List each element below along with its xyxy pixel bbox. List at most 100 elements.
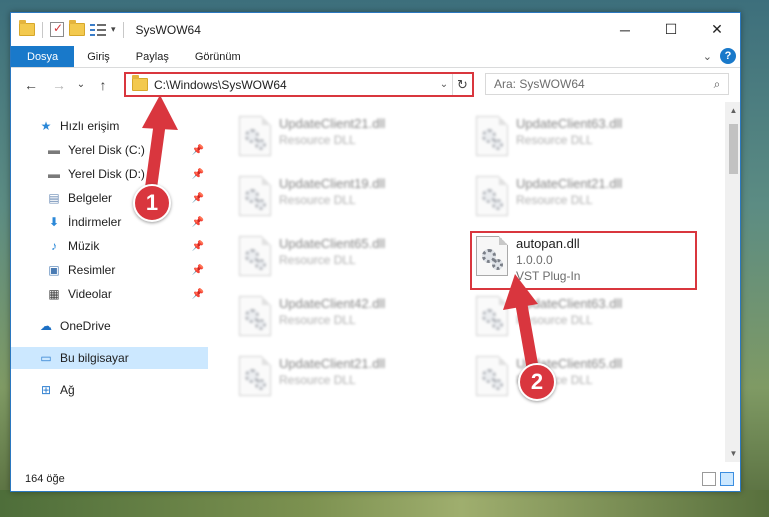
tab-share[interactable]: Paylaş (123, 46, 182, 67)
star-icon: ★ (40, 119, 52, 133)
tab-file[interactable]: Dosya (11, 46, 75, 67)
file-name: UpdateClient21.dll (279, 116, 386, 131)
pin-icon[interactable]: 📌 (192, 145, 204, 156)
address-row: ← → ⌄ ↑ C:\Windows\SysWOW64 ⌄ ↻ ⌕ (11, 68, 740, 101)
file-item[interactable]: UpdateClient65.dll Resource DLL (472, 352, 702, 402)
dll-file-icon (239, 356, 271, 396)
vertical-scrollbar[interactable]: ▲ ▼ (725, 102, 740, 462)
file-item[interactable]: UpdateClient21.dll Resource DLL (235, 112, 465, 162)
download-icon: ⬇ (48, 215, 60, 229)
toolbar-separator (122, 21, 124, 38)
recent-locations-icon[interactable]: ⌄ (71, 75, 91, 95)
music-icon: ♪ (51, 239, 57, 253)
details-view-icon[interactable] (702, 472, 716, 486)
quick-access-toolbar: ▾ (19, 20, 126, 38)
pin-icon[interactable]: 📌 (192, 217, 204, 228)
file-description: Resource DLL (516, 193, 593, 207)
video-icon: ▦ (48, 287, 60, 301)
tab-view[interactable]: Görünüm (182, 46, 254, 67)
refresh-icon[interactable]: ↻ (452, 74, 472, 95)
back-arrow-icon[interactable]: ← (21, 75, 41, 95)
nav-pictures[interactable]: ▣ Resimler 📌 (11, 259, 208, 281)
search-box[interactable]: ⌕ (485, 73, 729, 95)
tab-home[interactable]: Giriş (74, 46, 123, 67)
pin-icon[interactable]: 📌 (192, 289, 204, 300)
nav-videos[interactable]: ▦ Videolar 📌 (11, 283, 208, 305)
folder-icon (19, 20, 35, 36)
nav-quick-access[interactable]: ★ Hızlı erişim (11, 115, 208, 137)
address-dropdown-icon[interactable]: ⌄ (436, 79, 452, 90)
dll-file-icon (239, 296, 271, 336)
scroll-down-icon[interactable]: ▼ (725, 445, 740, 462)
file-description: Resource DLL (516, 313, 593, 327)
tiles-view-icon[interactable] (720, 472, 734, 486)
file-highlight-box (470, 231, 697, 290)
network-icon: ⊞ (40, 383, 52, 397)
nav-label: Videolar (68, 287, 112, 301)
computer-icon: ▭ (40, 351, 52, 365)
documents-icon: ▤ (48, 191, 60, 205)
file-name: UpdateClient65.dll (279, 236, 386, 251)
minimize-button[interactable]: ─ (602, 13, 648, 46)
nav-documents[interactable]: ▤ Belgeler 📌 (11, 187, 208, 209)
nav-downloads[interactable]: ⬇ İndirmeler 📌 (11, 211, 208, 233)
customize-list-icon[interactable] (90, 23, 106, 37)
dll-file-icon (239, 116, 271, 156)
pin-icon[interactable]: 📌 (192, 193, 204, 204)
file-item[interactable]: UpdateClient65.dll Resource DLL (235, 232, 465, 282)
dll-file-icon (476, 296, 508, 336)
pin-icon[interactable]: 📌 (192, 241, 204, 252)
step-1-badge: 1 (133, 184, 171, 222)
file-item[interactable]: UpdateClient21.dll Resource DLL (235, 352, 465, 402)
qat-dropdown-icon[interactable]: ▾ (111, 24, 116, 35)
nav-label: Yerel Disk (D:) (68, 167, 145, 181)
drive-icon: ▬ (48, 167, 60, 181)
search-icon[interactable]: ⌕ (706, 77, 728, 92)
pin-icon[interactable]: 📌 (192, 169, 204, 180)
scroll-thumb[interactable] (729, 124, 738, 174)
step-2-badge: 2 (518, 363, 556, 401)
nav-drive-c[interactable]: ▬ Yerel Disk (C:) 📌 (11, 139, 208, 161)
nav-network[interactable]: ⊞ Ağ (11, 379, 208, 401)
file-description: Resource DLL (279, 253, 356, 267)
file-description: Resource DLL (279, 313, 356, 327)
nav-label: Ağ (60, 383, 75, 397)
expand-ribbon-icon[interactable]: ⌄ (703, 50, 712, 63)
nav-music[interactable]: ♪ Müzik 📌 (11, 235, 208, 257)
scroll-up-icon[interactable]: ▲ (725, 102, 740, 119)
help-icon[interactable]: ? (720, 48, 736, 64)
cloud-icon: ☁ (40, 319, 52, 333)
window-controls: ─ ☐ ✕ (602, 13, 740, 46)
file-item[interactable]: UpdateClient42.dll Resource DLL (235, 292, 465, 342)
window-title: SysWOW64 (135, 22, 201, 37)
file-item[interactable]: UpdateClient21.dll Resource DLL (472, 172, 702, 222)
close-button[interactable]: ✕ (694, 13, 740, 46)
search-input[interactable] (494, 77, 706, 91)
nav-label: İndirmeler (68, 215, 122, 229)
drive-icon: ▬ (48, 143, 60, 157)
properties-check-icon[interactable] (50, 21, 64, 37)
file-name: UpdateClient21.dll (516, 176, 623, 191)
address-bar[interactable]: C:\Windows\SysWOW64 ⌄ ↻ (124, 72, 474, 97)
nav-label: OneDrive (60, 319, 111, 333)
nav-onedrive[interactable]: ☁ OneDrive (11, 315, 208, 337)
file-item[interactable]: UpdateClient19.dll Resource DLL (235, 172, 465, 222)
nav-drive-d[interactable]: ▬ Yerel Disk (D:) 📌 (11, 163, 208, 185)
ribbon-tabs: Dosya Giriş Paylaş Görünüm ⌄ ? (11, 46, 740, 68)
file-description: Resource DLL (279, 193, 356, 207)
new-folder-icon[interactable] (69, 20, 85, 36)
forward-arrow-icon[interactable]: → (49, 75, 69, 95)
address-path[interactable]: C:\Windows\SysWOW64 (154, 78, 436, 92)
dll-file-icon (476, 116, 508, 156)
file-name: UpdateClient63.dll (516, 116, 623, 131)
dll-file-icon (476, 356, 508, 396)
up-arrow-icon[interactable]: ↑ (93, 75, 113, 95)
navigation-pane: ★ Hızlı erişim ▬ Yerel Disk (C:) 📌 ▬ Yer… (11, 102, 208, 462)
nav-label: Yerel Disk (C:) (68, 143, 145, 157)
maximize-button[interactable]: ☐ (648, 13, 694, 46)
pin-icon[interactable]: 📌 (192, 265, 204, 276)
nav-this-pc[interactable]: ▭ Bu bilgisayar (11, 347, 208, 369)
file-item[interactable]: UpdateClient63.dll Resource DLL (472, 112, 702, 162)
file-list: UpdateClient21.dll Resource DLL UpdateCl… (208, 102, 740, 462)
file-item[interactable]: UpdateClient63.dll Resource DLL (472, 292, 702, 342)
